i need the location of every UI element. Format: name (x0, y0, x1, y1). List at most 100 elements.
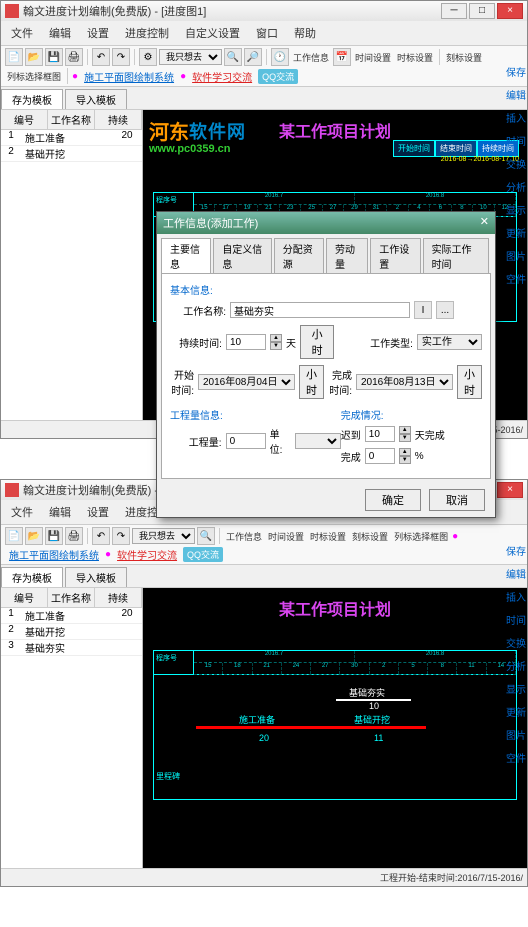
dlg-tab-labor[interactable]: 劳动量 (326, 238, 368, 273)
start-hour-button[interactable]: 小时 (299, 365, 324, 399)
qq-badge[interactable]: QQ交流 (183, 547, 223, 562)
redo-icon[interactable]: ↷ (112, 48, 130, 66)
tool-icon[interactable]: ⚙ (139, 48, 157, 66)
link-cad-system[interactable]: 施工平面图绘制系统 (80, 69, 178, 84)
menu-custom[interactable]: 自定义设置 (179, 23, 246, 43)
done-up-icon[interactable]: ▲ (399, 448, 411, 456)
clock-icon[interactable]: 🕐 (271, 48, 289, 66)
undo-icon[interactable]: ↶ (92, 527, 110, 545)
minimize-button[interactable]: ─ (441, 3, 467, 19)
qq-badge[interactable]: QQ交流 (258, 69, 298, 84)
side-image[interactable]: 图片 (505, 724, 527, 745)
dlg-tab-workset[interactable]: 工作设置 (370, 238, 420, 273)
end-hour-button[interactable]: 小时 (457, 365, 482, 399)
link-learn[interactable]: 软件学习交流 (113, 547, 181, 562)
side-save[interactable]: 保存 (505, 61, 527, 82)
side-time[interactable]: 时间 (505, 130, 527, 151)
side-swap[interactable]: 交换 (505, 632, 527, 653)
dur-down-icon[interactable]: ▼ (270, 342, 282, 350)
col-name[interactable]: 工作名称 (48, 588, 95, 607)
dur-hour-button[interactable]: 小时 (300, 325, 334, 359)
zoom-out-icon[interactable]: 🔎 (244, 48, 262, 66)
menu-edit[interactable]: 编辑 (43, 502, 77, 522)
menu-file[interactable]: 文件 (5, 23, 39, 43)
dlg-tab-custom[interactable]: 自定义信息 (213, 238, 271, 273)
delay-up-icon[interactable]: ▲ (399, 426, 411, 434)
side-insert[interactable]: 插入 (505, 586, 527, 607)
tb-rule-set[interactable]: 刻标设置 (350, 530, 390, 543)
done-down-icon[interactable]: ▼ (399, 456, 411, 464)
side-empty[interactable]: 空件 (505, 268, 527, 289)
close-button[interactable]: × (497, 482, 523, 498)
tab-save-template[interactable]: 存为模板 (1, 89, 63, 109)
new-icon[interactable]: 📄 (5, 527, 23, 545)
titlebar[interactable]: 翰文进度计划编制(免费版) - [进度图1] ─ □ × (1, 1, 527, 21)
side-empty[interactable]: 空件 (505, 747, 527, 768)
name-button-1[interactable]: I (414, 301, 432, 319)
qty-input[interactable] (226, 433, 266, 449)
save-icon[interactable]: 💾 (45, 527, 63, 545)
tab-import-template[interactable]: 导入模板 (65, 567, 127, 587)
table-row[interactable]: 1施工准备20 (1, 608, 142, 624)
gantt-canvas[interactable]: 某工作项目计划 程序号 2016.72016.8 151821242730258… (143, 588, 527, 868)
table-row[interactable]: 1 施工准备 20 (1, 130, 142, 146)
print-icon[interactable]: 🖨 (65, 48, 83, 66)
side-analyze[interactable]: 分析 (505, 176, 527, 197)
tab-save-template[interactable]: 存为模板 (1, 567, 63, 587)
side-time[interactable]: 时间 (505, 609, 527, 630)
tb-work-info[interactable]: 工作信息 (224, 530, 264, 543)
maximize-button[interactable]: □ (469, 3, 495, 19)
name-button-2[interactable]: ... (436, 301, 454, 319)
side-save[interactable]: 保存 (505, 540, 527, 561)
menu-file[interactable]: 文件 (5, 502, 39, 522)
dur-up-icon[interactable]: ▲ (270, 334, 282, 342)
tb-col-sel[interactable]: 列标选择框图 (392, 530, 450, 543)
tb-rule-set[interactable]: 刻标设置 (444, 51, 484, 64)
calendar-icon[interactable]: 📅 (333, 48, 351, 66)
side-edit[interactable]: 编辑 (505, 563, 527, 584)
save-icon[interactable]: 💾 (45, 48, 63, 66)
tb-scale-set[interactable]: 时标设置 (395, 51, 435, 64)
view-combo[interactable]: 我只想去 (159, 49, 222, 65)
col-dur[interactable]: 持续 (95, 588, 142, 607)
menu-help[interactable]: 帮助 (288, 23, 322, 43)
done-input[interactable] (365, 448, 395, 464)
undo-icon[interactable]: ↶ (92, 48, 110, 66)
tb-time-set[interactable]: 时间设置 (266, 530, 306, 543)
view-combo[interactable]: 我只想去 (132, 528, 195, 544)
side-edit[interactable]: 编辑 (505, 84, 527, 105)
link-cad-system[interactable]: 施工平面图绘制系统 (5, 547, 103, 562)
dlg-tab-actual[interactable]: 实际工作时间 (423, 238, 489, 273)
dlg-tab-resource[interactable]: 分配资源 (274, 238, 324, 273)
side-show[interactable]: 显示 (505, 678, 527, 699)
table-row[interactable]: 3基础夯实 (1, 640, 142, 656)
table-row[interactable]: 2基础开挖 (1, 624, 142, 640)
menu-progress[interactable]: 进度控制 (119, 23, 175, 43)
dlg-tab-main[interactable]: 主要信息 (161, 238, 211, 273)
col-no[interactable]: 编号 (1, 110, 48, 129)
delay-down-icon[interactable]: ▼ (399, 434, 411, 442)
tb-time-set[interactable]: 时间设置 (353, 51, 393, 64)
zoom-in-icon[interactable]: 🔍 (197, 527, 215, 545)
menu-edit[interactable]: 编辑 (43, 23, 77, 43)
menu-settings[interactable]: 设置 (81, 502, 115, 522)
new-icon[interactable]: 📄 (5, 48, 23, 66)
end-date-picker[interactable]: 2016年08月13日 (356, 374, 453, 390)
col-dur[interactable]: 持续 (95, 110, 142, 129)
table-row[interactable]: 2 基础开挖 (1, 146, 142, 162)
tb-scale-set[interactable]: 时标设置 (308, 530, 348, 543)
tb-work-info[interactable]: 工作信息 (291, 51, 331, 64)
name-input[interactable] (230, 302, 410, 318)
close-button[interactable]: × (497, 3, 523, 19)
cancel-button[interactable]: 取消 (429, 489, 485, 511)
open-icon[interactable]: 📂 (25, 48, 43, 66)
open-icon[interactable]: 📂 (25, 527, 43, 545)
start-date-picker[interactable]: 2016年08月04日 (198, 374, 295, 390)
delay-input[interactable] (365, 426, 395, 442)
side-swap[interactable]: 交换 (505, 153, 527, 174)
gantt-bar-1[interactable] (196, 726, 336, 729)
link-learn[interactable]: 软件学习交流 (188, 69, 256, 84)
tb-col-sel[interactable]: 列标选择框图 (5, 70, 63, 83)
side-update[interactable]: 更新 (505, 701, 527, 722)
menu-settings[interactable]: 设置 (81, 23, 115, 43)
